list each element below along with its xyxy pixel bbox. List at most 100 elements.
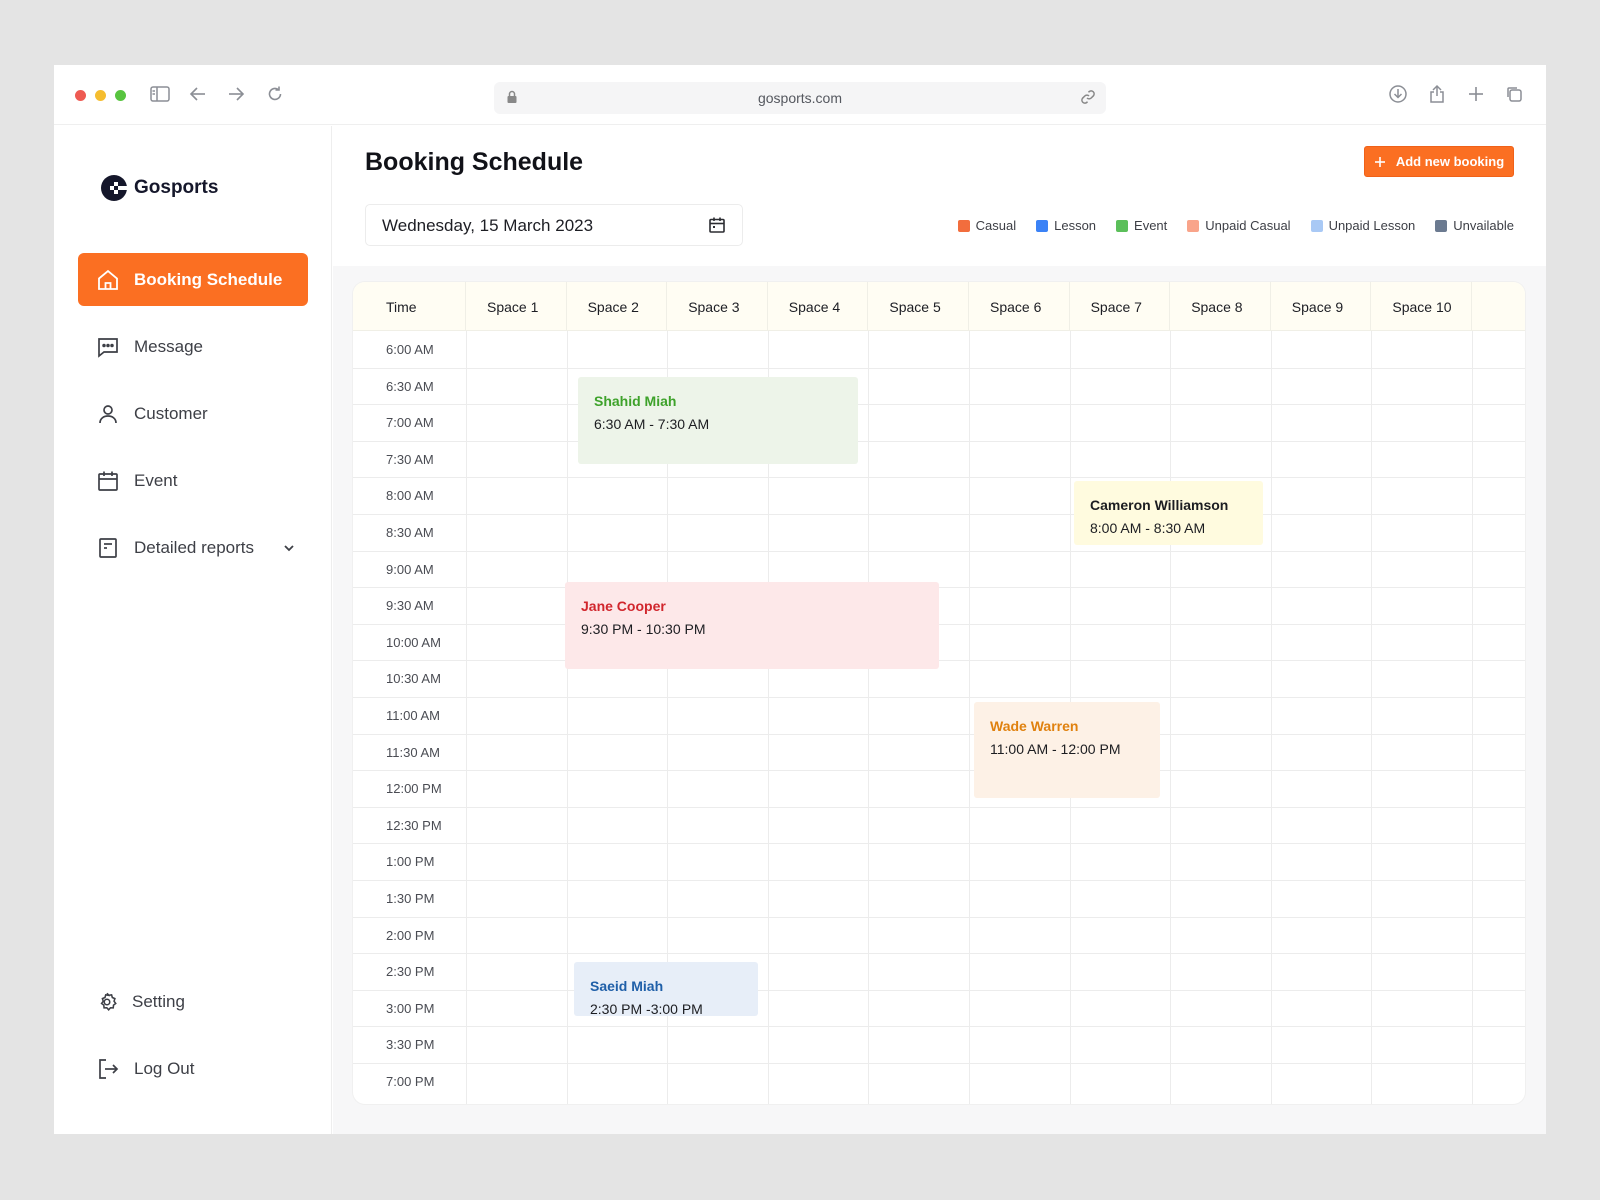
time-slot-label: 3:00 PM [386,1000,435,1016]
grid-row-divider [353,477,1525,479]
sidebar-item-customer[interactable]: Customer [78,387,308,440]
space-column-header: Space 3 [667,282,768,331]
booking-time-range: 2:30 PM -3:00 PM [590,1001,703,1017]
time-slot-label: 8:00 AM [386,488,434,504]
add-new-booking-label: Add new booking [1395,154,1505,169]
legend-swatch [957,219,970,232]
booking-card[interactable]: Wade Warren 11:00 AM - 12:00 PM [974,702,1160,798]
grid-row-divider [353,367,1525,369]
brand-logo[interactable]: Gosports [100,174,218,202]
space-column-header: Space 8 [1170,282,1271,331]
space-column-header: Space 6 [969,282,1070,331]
legend-swatch [1435,219,1448,232]
booking-card[interactable]: Jane Cooper 9:30 PM - 10:30 PM [565,582,939,669]
time-slot-label: 12:00 PM [386,781,442,797]
time-slot-label: 7:00 PM [386,1074,435,1089]
space-column-header: Space 10 [1371,282,1472,331]
time-slot-label: 11:00 AM [386,708,440,723]
grid-column-divider [1270,331,1272,1104]
booking-card[interactable]: Saeid Miah 2:30 PM -3:00 PM [574,962,758,1017]
link-icon[interactable] [1080,89,1096,110]
legend-item: Casual [957,218,1017,233]
grid-row-divider [353,770,1525,772]
grid-row-divider [353,806,1525,808]
legend-label: Event [1134,218,1168,233]
grid-row-divider [353,404,1525,406]
tabs-overview-icon[interactable] [1502,82,1526,106]
time-slot-label: 12:30 PM [386,817,442,833]
main-content: Booking Schedule Add new booking Wednesd… [333,126,1546,1134]
sidebar-item-detailed-reports[interactable]: Detailed reports [78,521,308,574]
grid-column-divider [466,331,467,1104]
space-column-header: Space 5 [868,282,969,331]
plus-icon [1374,156,1386,168]
booking-card[interactable]: Cameron Williamson 8:00 AM - 8:30 AM [1074,481,1263,545]
time-slot-label: 2:00 PM [386,927,435,943]
sidebar-item-setting[interactable]: Setting [78,975,308,1028]
sidebar-item-event[interactable]: Event [78,454,308,507]
share-icon[interactable] [1425,82,1449,106]
grid-row-divider [353,733,1525,735]
booking-customer-name: Shahid Miah [594,393,677,409]
time-slot-label: 7:30 AM [386,451,434,467]
address-bar[interactable]: gosports.com [494,82,1106,114]
grid-row-divider [353,989,1525,991]
grid-row-divider [353,587,1525,589]
booking-time-range: 8:00 AM - 8:30 AM [1090,520,1206,536]
forward-arrow-icon[interactable] [224,82,248,106]
space-column-header: Space 4 [768,282,869,331]
grid-row-divider [353,623,1525,625]
sidebar-item-label: Message [134,336,203,356]
legend-swatch [1310,219,1323,232]
sidebar-item-booking-schedule[interactable]: Booking Schedule [78,253,308,306]
legend-swatch [1187,219,1200,232]
sidebar-item-label: Customer [134,403,208,423]
grid-column-divider [969,331,970,1104]
sidebar-item-label: Log Out [134,1058,195,1078]
booking-customer-name: Saeid Miah [590,978,664,994]
legend-swatch [1036,219,1049,232]
brand-name: Gosports [134,177,219,198]
minimize-window-button[interactable] [95,90,106,101]
legend-item: Unpaid Casual [1187,218,1291,233]
booking-customer-name: Cameron Williamson [1090,497,1229,513]
grid-row-divider [353,1063,1525,1064]
time-slot-label: 7:00 AM [386,415,434,431]
gear-icon [96,991,118,1013]
sidebar-item-message[interactable]: Message [78,320,308,373]
add-new-booking-button[interactable]: Add new booking [1364,146,1514,177]
legend-item: Unpaid Lesson [1310,218,1416,233]
sidebar: Gosports Booking Schedule Message Custom… [54,126,332,1134]
schedule-grid: Time Space 1 Space 2 Space 3 Space 4 Space 5S… [353,282,1525,1104]
back-arrow-icon[interactable] [186,82,210,106]
space-column-header: Space 9 [1271,282,1372,331]
legend-label: Casual [975,218,1017,233]
browser-toolbar: gosports.com [54,65,1546,125]
new-tab-icon[interactable] [1464,82,1488,106]
chevron-down-icon[interactable] [282,541,296,555]
grid-row-divider [353,843,1525,845]
close-window-button[interactable] [75,90,86,101]
grid-row-divider [353,880,1525,881]
date-picker-field[interactable]: Wednesday, 15 March 2023 [365,204,743,246]
maximize-window-button[interactable] [115,90,126,101]
grid-row-divider [353,550,1525,552]
time-slot-label: 10:30 AM [386,671,441,687]
legend-label: Unpaid Lesson [1328,218,1416,233]
sidebar-toggle-icon[interactable] [148,82,172,106]
calendar-icon[interactable] [708,216,726,239]
report-icon [96,536,120,560]
grid-column-divider [1472,331,1473,1104]
download-icon[interactable] [1386,82,1410,106]
time-column-header: Time [353,282,466,331]
sidebar-item-label: Detailed reports [134,537,255,557]
grid-row-divider [353,514,1525,515]
sidebar-item-label: Setting [132,991,185,1011]
grid-column-divider [868,331,870,1104]
sidebar-item-logout[interactable]: Log Out [78,1042,308,1095]
reload-icon[interactable] [263,82,287,106]
time-slot-label: 6:30 AM [386,378,434,394]
time-slot-label: 1:30 PM [386,891,435,906]
page-header: Booking Schedule Add new booking Wednesd… [333,126,1546,266]
booking-card[interactable]: Shahid Miah 6:30 AM - 7:30 AM [578,377,858,464]
